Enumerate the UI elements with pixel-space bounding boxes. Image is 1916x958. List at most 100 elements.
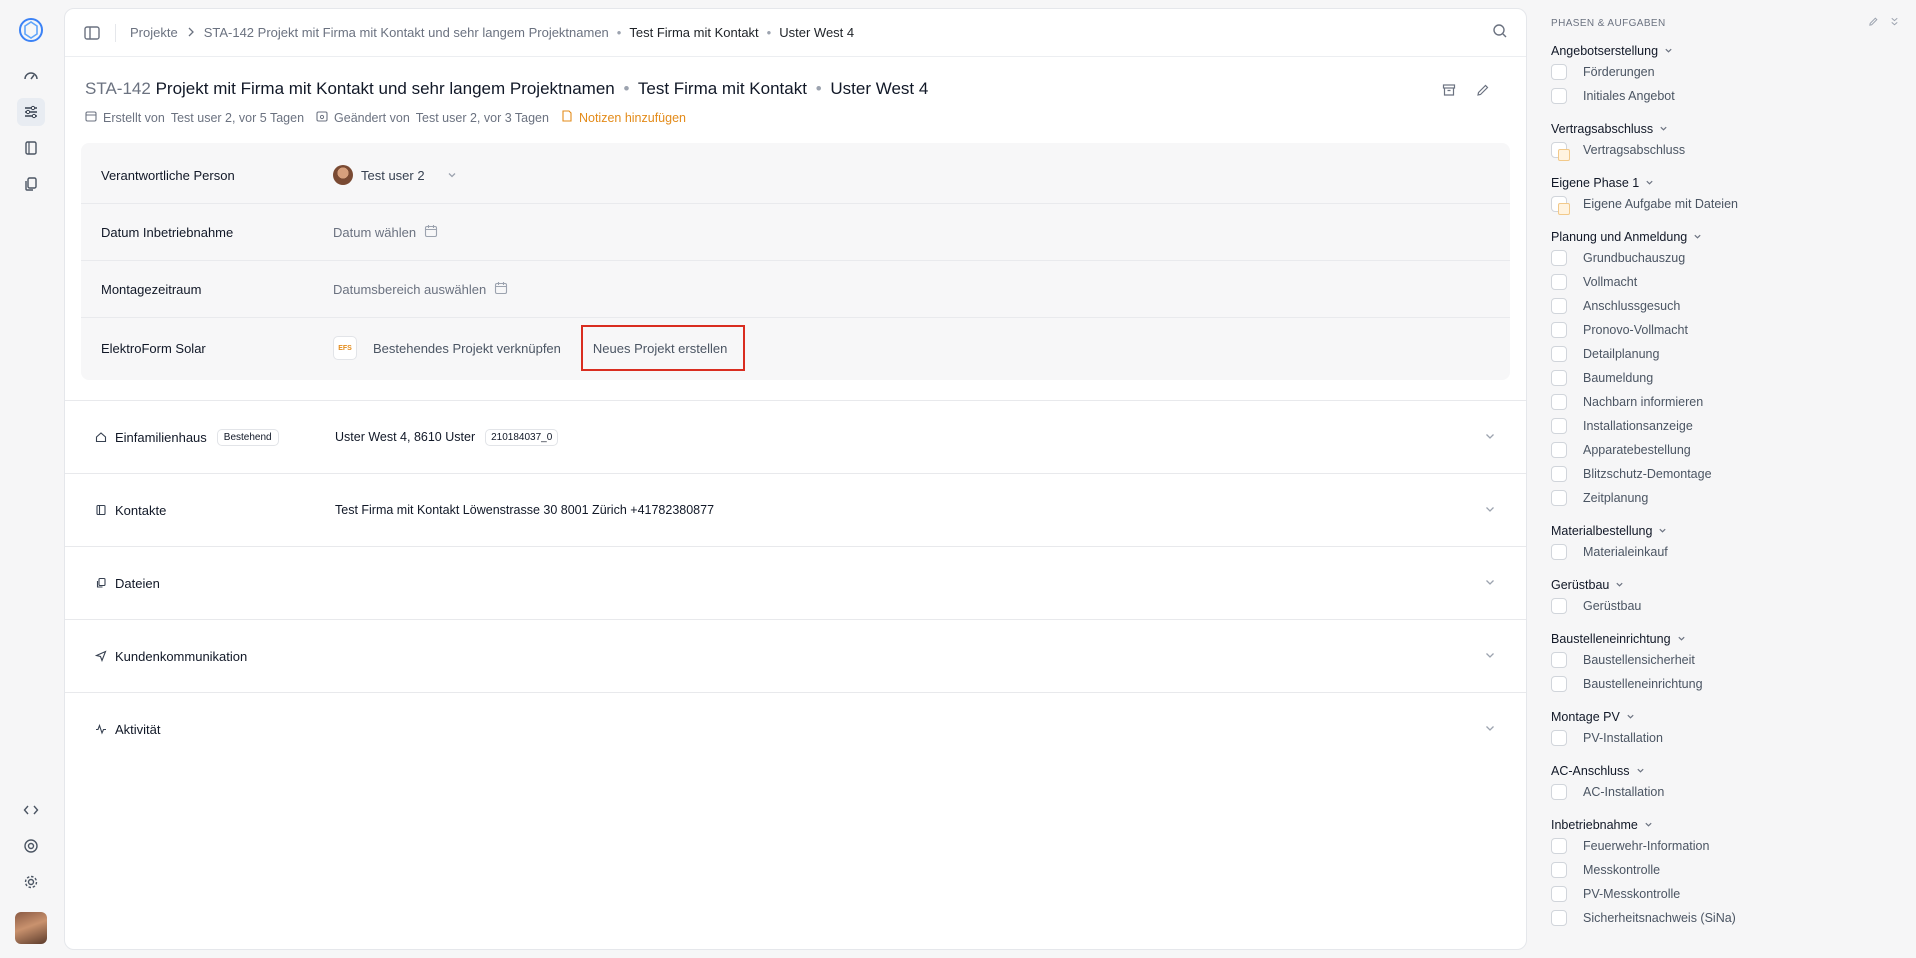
app-logo-icon[interactable]: [17, 16, 45, 44]
task-checkbox[interactable]: [1551, 370, 1567, 386]
task-checkbox[interactable]: [1551, 652, 1567, 668]
task-item[interactable]: Initiales Angebot: [1551, 84, 1900, 108]
task-item[interactable]: Nachbarn informieren: [1551, 390, 1900, 414]
task-checkbox[interactable]: [1551, 346, 1567, 362]
search-icon[interactable]: [1492, 23, 1508, 42]
task-item[interactable]: Feuerwehr-Information: [1551, 834, 1900, 858]
task-item[interactable]: Pronovo-Vollmacht: [1551, 318, 1900, 342]
task-item[interactable]: Förderungen: [1551, 60, 1900, 84]
chevron-down-icon[interactable]: [1484, 722, 1496, 737]
task-item[interactable]: Vertragsabschluss: [1551, 138, 1900, 162]
create-new-project-button[interactable]: Neues Projekt erstellen: [580, 325, 745, 371]
task-item[interactable]: Baustelleneinrichtung: [1551, 672, 1900, 696]
chevron-down-icon[interactable]: [1484, 576, 1496, 591]
phase-title[interactable]: Eigene Phase 1: [1551, 174, 1900, 192]
task-checkbox[interactable]: [1551, 838, 1567, 854]
task-item[interactable]: Detailplanung: [1551, 342, 1900, 366]
integration-label: ElektroForm Solar: [101, 340, 206, 356]
phase-title[interactable]: Materialbestellung: [1551, 522, 1900, 540]
phase-title[interactable]: Inbetriebnahme: [1551, 816, 1900, 834]
task-checkbox[interactable]: [1551, 730, 1567, 746]
task-label: Messkontrolle: [1583, 863, 1661, 877]
task-item[interactable]: Blitzschutz-Demontage: [1551, 462, 1900, 486]
commissioning-date-picker[interactable]: Datum wählen: [333, 224, 438, 241]
chevron-down-icon[interactable]: [1484, 430, 1496, 445]
task-checkbox[interactable]: [1551, 466, 1567, 482]
task-label: Nachbarn informieren: [1583, 395, 1704, 409]
collapse-all-icon[interactable]: [1889, 16, 1900, 30]
task-item[interactable]: Apparatebestellung: [1551, 438, 1900, 462]
phase-title[interactable]: Montage PV: [1551, 708, 1900, 726]
settings-icon[interactable]: [17, 868, 45, 896]
phase-title[interactable]: Planung und Anmeldung: [1551, 228, 1900, 246]
task-checkbox[interactable]: [1551, 862, 1567, 878]
task-checkbox[interactable]: [1551, 250, 1567, 266]
task-item[interactable]: Eigene Aufgabe mit Dateien: [1551, 192, 1900, 216]
book-icon[interactable]: [17, 134, 45, 162]
phase-title[interactable]: Angebotserstellung: [1551, 42, 1900, 60]
task-item[interactable]: Sicherheitsnachweis (SiNa): [1551, 906, 1900, 930]
task-item[interactable]: Grundbuchauszug: [1551, 246, 1900, 270]
task-checkbox[interactable]: [1551, 88, 1567, 104]
task-checkbox[interactable]: [1551, 442, 1567, 458]
assembly-range-picker[interactable]: Datumsbereich auswählen: [333, 281, 508, 298]
section-contacts[interactable]: Kontakte Test Firma mit Kontakt Löwenstr…: [65, 473, 1526, 546]
section-files[interactable]: Dateien: [65, 546, 1526, 619]
task-item[interactable]: Materialeinkauf: [1551, 540, 1900, 564]
assembly-label: Montagezeitraum: [101, 281, 202, 297]
user-avatar[interactable]: [15, 912, 47, 944]
task-item[interactable]: Messkontrolle: [1551, 858, 1900, 882]
task-checkbox[interactable]: [1551, 598, 1567, 614]
dashboard-icon[interactable]: [17, 62, 45, 90]
edit-icon[interactable]: [1476, 83, 1490, 100]
link-existing-project-button[interactable]: Bestehendes Projekt verknüpfen: [373, 341, 561, 356]
projects-icon[interactable]: [17, 98, 45, 126]
task-item[interactable]: Anschlussgesuch: [1551, 294, 1900, 318]
task-item[interactable]: Baumeldung: [1551, 366, 1900, 390]
chevron-down-icon: [1658, 526, 1667, 537]
task-item[interactable]: Installationsanzeige: [1551, 414, 1900, 438]
task-checkbox[interactable]: [1551, 418, 1567, 434]
code-icon[interactable]: [17, 796, 45, 824]
task-checkbox[interactable]: [1551, 394, 1567, 410]
phase-title[interactable]: Gerüstbau: [1551, 576, 1900, 594]
documents-icon[interactable]: [17, 170, 45, 198]
task-item[interactable]: PV-Installation: [1551, 726, 1900, 750]
breadcrumb-root[interactable]: Projekte: [130, 25, 178, 40]
task-item[interactable]: Vollmacht: [1551, 270, 1900, 294]
task-checkbox[interactable]: [1551, 784, 1567, 800]
task-checkbox[interactable]: [1551, 64, 1567, 80]
task-item[interactable]: Gerüstbau: [1551, 594, 1900, 618]
task-checkbox[interactable]: [1551, 322, 1567, 338]
phase-title[interactable]: AC-Anschluss: [1551, 762, 1900, 780]
section-house[interactable]: Einfamilienhaus Bestehend Uster West 4, …: [65, 400, 1526, 473]
task-item[interactable]: Baustellensicherheit: [1551, 648, 1900, 672]
chevron-down-icon[interactable]: [1484, 503, 1496, 518]
breadcrumb-project[interactable]: STA-142 Projekt mit Firma mit Kontakt un…: [204, 25, 609, 40]
edit-icon[interactable]: [1868, 16, 1879, 30]
add-notes-link[interactable]: Notizen hinzufügen: [561, 110, 686, 125]
task-checkbox[interactable]: [1551, 676, 1567, 692]
task-item[interactable]: Zeitplanung: [1551, 486, 1900, 510]
task-checkbox[interactable]: [1551, 886, 1567, 902]
phase-title[interactable]: Baustelleneinrichtung: [1551, 630, 1900, 648]
task-item[interactable]: PV-Messkontrolle: [1551, 882, 1900, 906]
task-checkbox[interactable]: [1551, 298, 1567, 314]
task-checkbox[interactable]: [1551, 274, 1567, 290]
task-checkbox[interactable]: [1551, 196, 1570, 215]
sidebar-toggle-icon[interactable]: [83, 24, 101, 42]
section-activity[interactable]: Aktivität: [65, 692, 1526, 765]
task-item[interactable]: AC-Installation: [1551, 780, 1900, 804]
task-checkbox[interactable]: [1551, 910, 1567, 926]
help-icon[interactable]: [17, 832, 45, 860]
section-communication[interactable]: Kundenkommunikation: [65, 619, 1526, 692]
task-checkbox[interactable]: [1551, 490, 1567, 506]
phase-group: AC-Anschluss AC-Installation: [1551, 762, 1900, 804]
task-checkbox[interactable]: [1551, 142, 1570, 161]
chevron-down-icon[interactable]: [1484, 649, 1496, 664]
phase-title[interactable]: Vertragsabschluss: [1551, 120, 1900, 138]
archive-icon[interactable]: [1442, 83, 1456, 100]
responsible-select[interactable]: Test user 2: [333, 165, 457, 185]
task-label: PV-Installation: [1583, 731, 1663, 745]
task-checkbox[interactable]: [1551, 544, 1567, 560]
